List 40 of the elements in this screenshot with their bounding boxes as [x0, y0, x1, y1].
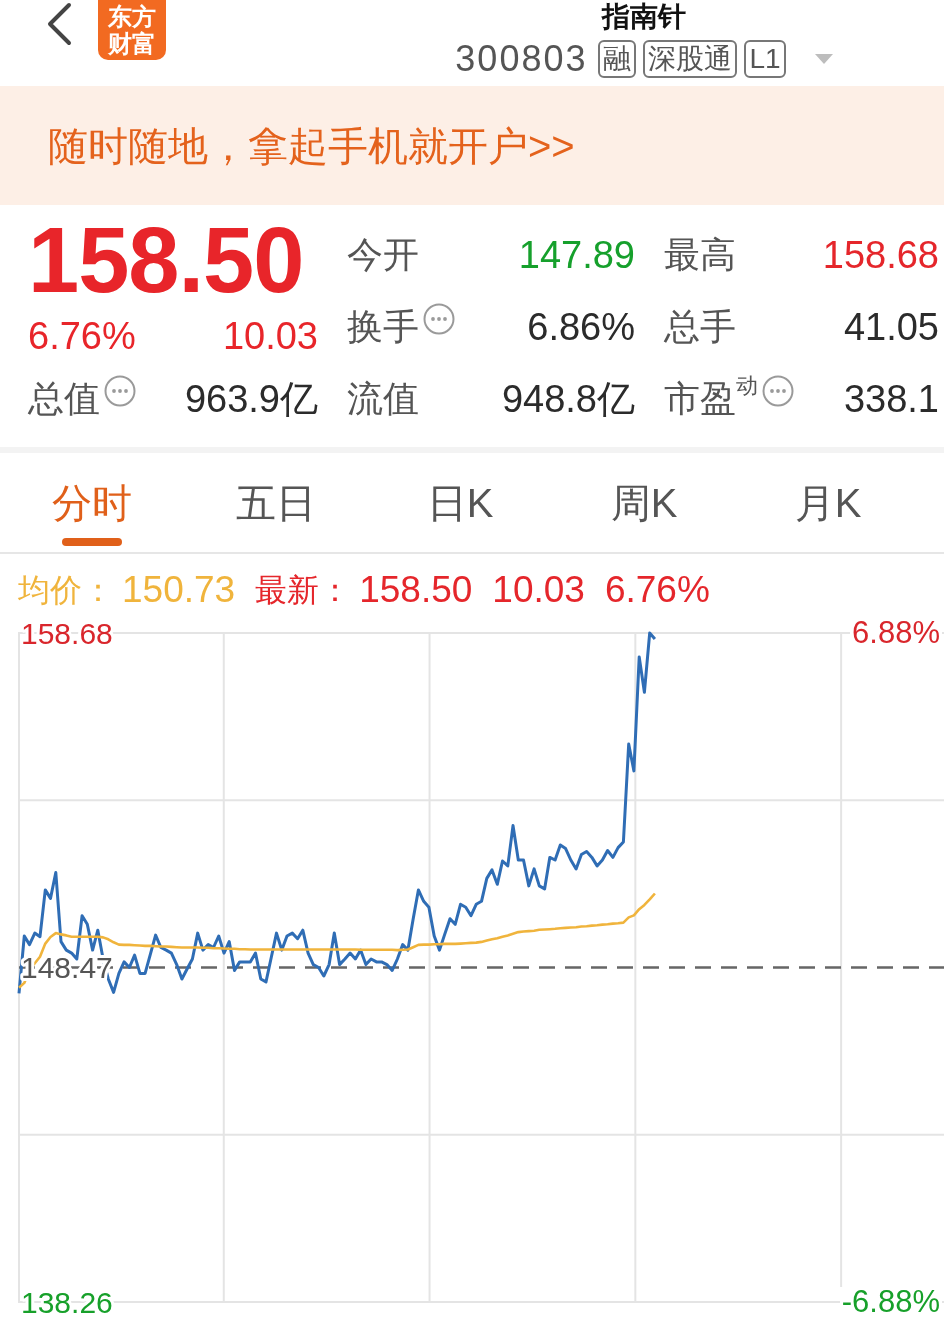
stat-label: 今开 — [347, 233, 419, 277]
stock-code: 300803 — [455, 38, 588, 80]
stat-label: 总值 — [28, 377, 100, 421]
axis-label: 138.26 — [21, 1285, 113, 1319]
stat-value: 158.68 — [822, 233, 939, 278]
stat-label: 流值 — [347, 377, 419, 421]
stat-value: 338.1 — [843, 377, 939, 422]
chart-tab[interactable]: 月K — [736, 453, 920, 552]
chart-tab[interactable]: 分时 — [0, 453, 184, 552]
chart-tab[interactable]: 周K — [552, 453, 736, 552]
market-tag: L1 — [744, 40, 786, 78]
legend-value: 6.76% — [604, 568, 710, 613]
stat-label: 市盈$^{动}$ — [664, 377, 758, 421]
axis-label: 158.68 — [21, 616, 113, 650]
ellipsis-icon[interactable] — [762, 375, 794, 407]
ellipsis-icon[interactable] — [104, 375, 136, 407]
stat-value: 948.8亿 — [501, 377, 635, 422]
stat-label: 最高 — [664, 233, 736, 277]
stat-value: 963.9亿 — [184, 377, 318, 422]
ellipsis-icon[interactable] — [423, 303, 455, 335]
change-percent: 6.76% — [28, 314, 136, 359]
chart-tab[interactable]: 日K — [368, 453, 552, 552]
stat-value: 41.05 — [843, 305, 939, 350]
legend-value: 10.03 — [492, 568, 585, 613]
app-logo: 东方财富 — [98, 0, 166, 60]
legend-label: 均价： — [18, 571, 114, 610]
last-price: 158.50 — [28, 219, 304, 301]
stat-value: 147.89 — [518, 233, 635, 278]
stat-label: 总手 — [664, 305, 736, 349]
stat-label: 换手 — [347, 305, 419, 349]
legend-label: 最新： — [255, 571, 352, 610]
stock-name: 指南针 — [602, 0, 686, 34]
market-tag: 融 — [598, 40, 637, 78]
chart-tab[interactable]: 五日 — [184, 453, 368, 552]
change-amount: 10.03 — [222, 314, 318, 359]
market-tag: 深股通 — [643, 40, 738, 78]
caret-icon[interactable] — [814, 54, 833, 64]
legend-value: 158.50 — [359, 568, 473, 613]
legend-value: 150.73 — [122, 568, 236, 613]
stat-value: 6.86% — [527, 305, 635, 350]
